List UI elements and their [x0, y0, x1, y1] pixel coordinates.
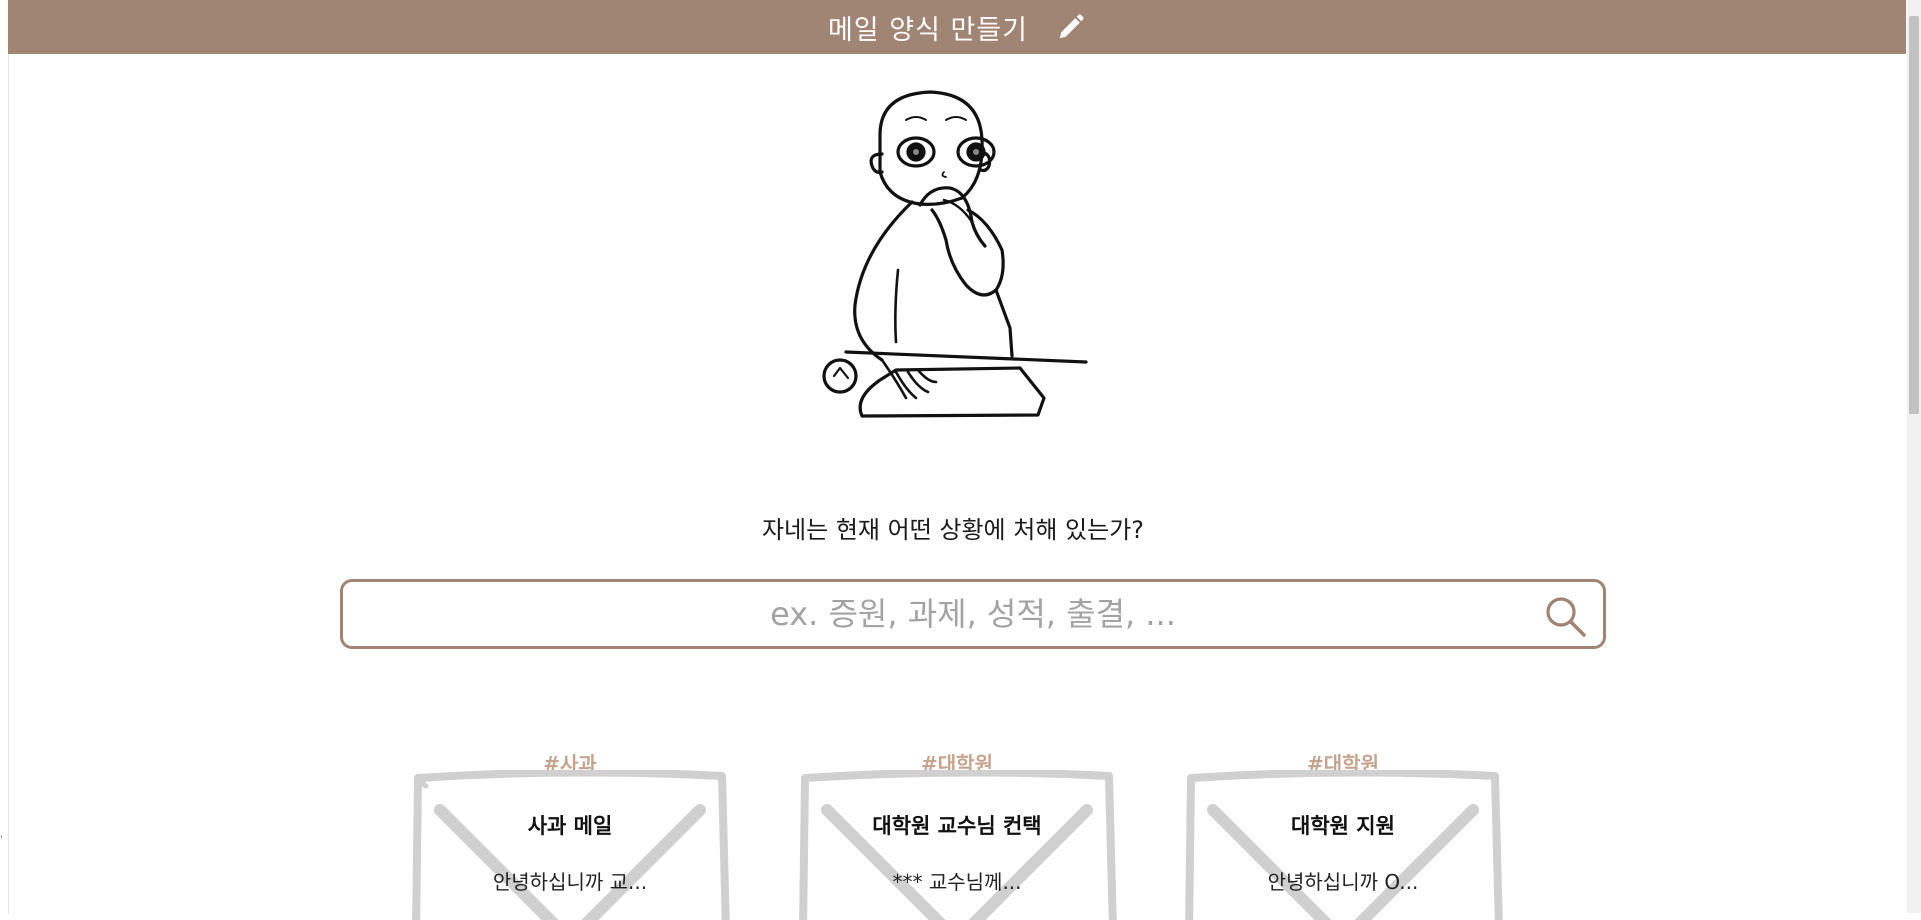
search-icon[interactable]: [1543, 594, 1587, 638]
envelope-icon: [412, 770, 730, 920]
situation-question: 자네는 현재 어떤 상황에 처해 있는가?: [761, 516, 1145, 544]
page-title: 메일 양식 만들기: [827, 14, 1029, 46]
template-card-grad-apply[interactable]: #대학원 대학원 지원 안녕하십니까 O...: [1183, 748, 1503, 920]
scrollbar-thumb[interactable]: [1909, 16, 1919, 414]
card-title: 대학원 교수님 컨택: [872, 814, 1042, 838]
card-title: 대학원 지원: [1291, 814, 1395, 838]
left-strip: [0, 0, 9, 913]
template-card-grad-contact[interactable]: #대학원 대학원 교수님 컨택 *** 교수님께...: [797, 748, 1117, 920]
header-bar: 메일 양식 만들기: [8, 0, 1906, 54]
envelope-icon: [1185, 770, 1503, 920]
thinking-person-illustration: [822, 90, 1088, 418]
card-title: 사과 메일: [527, 814, 613, 838]
search-box: [340, 579, 1606, 649]
side-mark: ʹ: [0, 834, 4, 847]
template-card-apology[interactable]: #사과 사과 메일 안녕하십니까 교...: [410, 748, 730, 920]
envelope-icon: [799, 770, 1117, 920]
pencil-icon[interactable]: [1056, 12, 1086, 42]
search-input[interactable]: [343, 582, 1603, 646]
card-preview: 안녕하십니까 교...: [492, 870, 648, 894]
card-preview: 안녕하십니까 O...: [1267, 870, 1419, 894]
card-preview: *** 교수님께...: [892, 870, 1022, 894]
